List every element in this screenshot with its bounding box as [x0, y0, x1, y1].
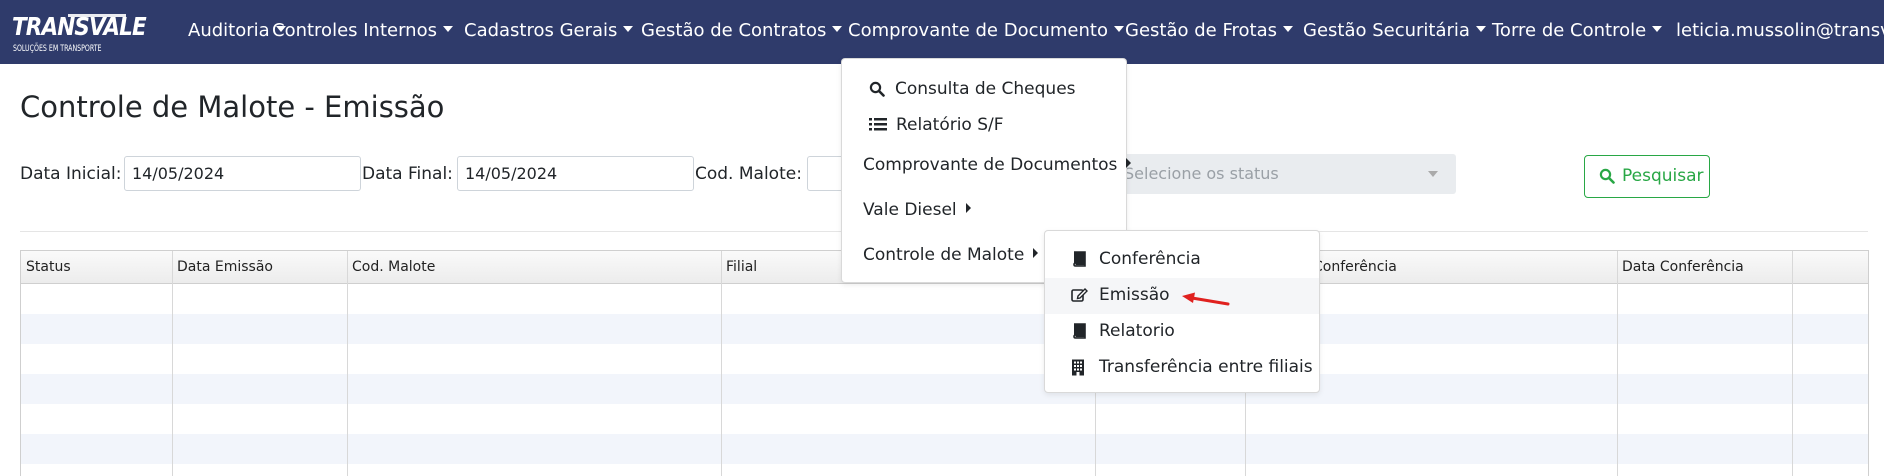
edit-icon [1071, 287, 1088, 308]
column-header-data-emissao[interactable]: Data Emissão [177, 259, 273, 275]
menu-item-text: Comprovante de Documentos [863, 155, 1118, 175]
chevron-down-icon [1428, 171, 1438, 177]
column-header-conferencia[interactable]: Conferência [1313, 259, 1397, 275]
menu-item-vale-diesel[interactable]: Vale Diesel [842, 194, 1126, 228]
logo-subtext: SOLUÇÕES EM TRANSPORTE [13, 44, 102, 54]
menu-item-text: Vale Diesel [863, 200, 957, 220]
submenu-item-transferencia[interactable]: Transferência entre filiais [1045, 350, 1319, 386]
column-divider [172, 251, 173, 476]
page-title: Controle de Malote - Emissão [20, 90, 445, 124]
menu-item-text: Controle de Malote [863, 245, 1025, 265]
nav-gestao-securitaria[interactable]: Gestão Securitária [1303, 20, 1486, 41]
caret-down-icon [1114, 26, 1124, 32]
nav-label: Controles Internos [272, 20, 437, 41]
submenu-item-relatorio[interactable]: Relatorio [1045, 314, 1319, 350]
annotation-arrow-icon [1182, 292, 1230, 306]
submenu-item-label: Conferência [1099, 249, 1201, 269]
table-row[interactable] [21, 314, 1868, 344]
table-row[interactable] [21, 374, 1868, 404]
caret-down-icon [623, 26, 634, 32]
table-row[interactable] [21, 344, 1868, 374]
column-header-filial[interactable]: Filial [726, 259, 757, 275]
status-select[interactable]: Selecione os status [1110, 154, 1456, 194]
caret-down-icon [1652, 26, 1663, 32]
data-inicial-label: Data Inicial: [20, 164, 122, 184]
nav-torre-controle[interactable]: Torre de Controle [1492, 20, 1663, 41]
search-icon [1599, 168, 1615, 189]
data-final-label: Data Final: [362, 164, 453, 184]
nav-gestao-contratos[interactable]: Gestão de Contratos [641, 20, 843, 41]
nav-label: Comprovante de Documento [848, 20, 1108, 41]
top-navbar: TRANSVALE SOLUÇÕES EM TRANSPORTE Auditor… [0, 0, 1884, 64]
nav-controles-internos[interactable]: Controles Internos [272, 20, 453, 41]
nav-comprovante-documento[interactable]: Comprovante de Documento [848, 20, 1124, 41]
menu-item-label: Comprovante de Documentos [863, 155, 1132, 175]
column-divider [347, 251, 348, 476]
status-placeholder: Selecione os status [1124, 164, 1279, 183]
caret-down-icon [442, 26, 453, 32]
caret-down-icon [1475, 26, 1486, 32]
nav-cadastros-gerais[interactable]: Cadastros Gerais [464, 20, 634, 41]
pesquisar-button[interactable]: Pesquisar [1584, 155, 1710, 198]
list-icon [869, 117, 887, 137]
nav-label: Cadastros Gerais [464, 20, 618, 41]
column-header-status[interactable]: Status [26, 259, 71, 275]
cod-malote-label: Cod. Malote: [695, 164, 802, 184]
nav-user[interactable]: leticia.mussolin@transvale [1676, 20, 1884, 41]
caret-down-icon [832, 26, 843, 32]
menu-item-label: Relatório S/F [896, 115, 1004, 135]
caret-down-icon [1282, 26, 1293, 32]
transvale-logo[interactable]: TRANSVALE SOLUÇÕES EM TRANSPORTE [12, 8, 147, 56]
submenu-item-label: Emissão [1099, 285, 1170, 305]
menu-item-comprovante-documentos[interactable]: Comprovante de Documentos [842, 149, 1132, 183]
results-grid: Status Data Emissão Cod. Malote Filial C… [20, 250, 1869, 476]
pesquisar-label: Pesquisar [1622, 166, 1704, 186]
building-icon [1071, 359, 1085, 381]
submenu-item-label: Relatorio [1099, 321, 1175, 341]
column-divider [721, 251, 722, 476]
column-header-cod-malote[interactable]: Cod. Malote [352, 259, 435, 275]
nav-label: Auditoria [188, 20, 270, 41]
nav-label: Gestão de Frotas [1125, 20, 1277, 41]
caret-right-icon [1126, 158, 1132, 168]
logo-main-text: TRANSVALE [12, 12, 147, 41]
data-inicial-input[interactable]: 14/05/2024 [124, 156, 361, 191]
column-header-data-conferencia[interactable]: Data Conferência [1622, 259, 1744, 275]
column-divider [1617, 251, 1618, 476]
submenu-item-label: Transferência entre filiais [1099, 357, 1313, 377]
table-row[interactable] [21, 464, 1868, 476]
table-row[interactable] [21, 404, 1868, 434]
nav-label: Torre de Controle [1492, 20, 1647, 41]
menu-item-label: Controle de Malote [863, 245, 1039, 265]
menu-item-label: Vale Diesel [863, 200, 971, 220]
menu-item-label: Consulta de Cheques [895, 79, 1076, 99]
book-icon [1071, 251, 1087, 272]
search-icon [869, 81, 885, 102]
caret-right-icon [1033, 248, 1039, 258]
table-row[interactable] [21, 434, 1868, 464]
data-final-input[interactable]: 14/05/2024 [457, 156, 694, 191]
nav-auditoria[interactable]: Auditoria [188, 20, 286, 41]
nav-gestao-frotas[interactable]: Gestão de Frotas [1125, 20, 1293, 41]
submenu-item-conferencia[interactable]: Conferência [1045, 242, 1319, 278]
book-icon [1071, 323, 1087, 344]
menu-item-relatorio-sf[interactable]: Relatório S/F [842, 111, 1126, 141]
nav-label: Gestão Securitária [1303, 20, 1470, 41]
nav-label: Gestão de Contratos [641, 20, 827, 41]
caret-right-icon [965, 203, 971, 213]
column-divider [1792, 251, 1793, 476]
menu-item-consulta-cheques[interactable]: Consulta de Cheques [842, 75, 1126, 105]
